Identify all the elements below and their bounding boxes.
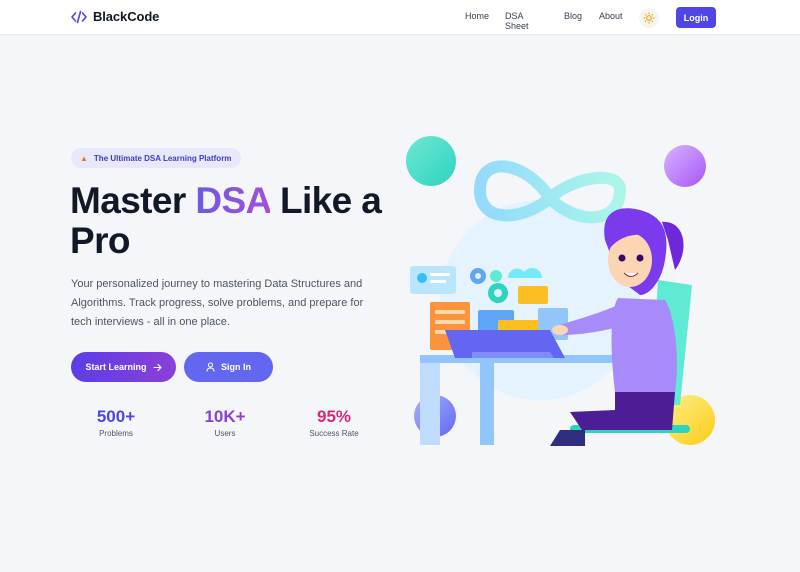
teal-orb — [406, 136, 456, 186]
nav-link-blog[interactable]: Blog — [564, 11, 582, 21]
hero-illustration — [400, 130, 730, 450]
start-learning-label: Start Learning — [85, 362, 147, 372]
stat-label: Users — [214, 429, 236, 438]
code-icon — [71, 10, 87, 23]
badge-text: The Ultimate DSA Learning Platform — [93, 153, 232, 163]
login-button[interactable]: Login — [676, 7, 716, 28]
nav-link-about[interactable]: About — [599, 11, 623, 21]
arrow-right-icon — [152, 363, 162, 371]
brand-logo[interactable]: BlackCode — [71, 9, 159, 24]
stat-label: Problems — [99, 429, 133, 438]
pants — [570, 392, 675, 430]
purple-orb — [664, 145, 706, 187]
stat-problems: 500+ Problems — [86, 407, 146, 438]
nav-link-home[interactable]: Home — [465, 11, 489, 21]
stat-value: 95% — [316, 407, 352, 426]
shirt — [611, 298, 677, 392]
stat-label: Success Rate — [309, 429, 359, 438]
start-learning-button[interactable]: Start Learning — [71, 352, 176, 382]
stat-users: 10K+ Users — [195, 407, 255, 438]
brand-name: BlackCode — [93, 9, 160, 24]
theme-toggle-button[interactable] — [639, 8, 659, 28]
hero-title-pre: Master — [70, 180, 196, 221]
navbar: BlackCode Home DSA Sheet Blog About Logi… — [0, 0, 800, 35]
hero-description: Your personalized journey to mastering D… — [71, 278, 364, 328]
platform-badge: ▲ The Ultimate DSA Learning Platform — [71, 148, 242, 168]
developer-illustration — [406, 136, 715, 446]
stat-success-rate: 95% Success Rate — [304, 407, 364, 438]
stat-value: 10K+ — [204, 407, 246, 426]
hero-title: Master DSA Like a Pro — [70, 181, 400, 261]
flame-icon: ▲ — [80, 153, 88, 163]
sign-in-button[interactable]: Sign In — [184, 352, 273, 382]
hero-title-accent: DSA — [195, 180, 271, 221]
shoe — [550, 430, 585, 446]
stat-value: 500+ — [96, 407, 136, 426]
sun-icon — [643, 12, 655, 24]
nav-link-dsa-sheet[interactable]: DSA Sheet — [505, 11, 529, 31]
sign-in-label: Sign In — [221, 362, 251, 372]
user-icon — [206, 362, 215, 372]
